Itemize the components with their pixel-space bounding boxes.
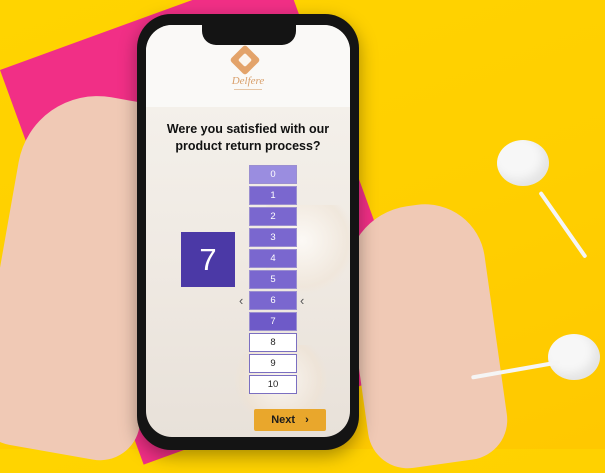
selected-score-display: 7 [181, 232, 235, 287]
scale-option-8[interactable]: 8 [249, 333, 297, 352]
scale-option-4[interactable]: 4 [249, 249, 297, 268]
phone-notch [202, 25, 296, 45]
next-button-label: Next [271, 414, 296, 426]
phone-screen: Delfere Were you satisfied with our prod… [146, 25, 350, 437]
chevron-right-icon: ‹ [300, 293, 305, 308]
scale-option-6[interactable]: 6 [249, 291, 297, 310]
scale-option-9[interactable]: 9 [249, 354, 297, 373]
brand-name: Delfere [231, 75, 265, 87]
next-button[interactable]: Next › [254, 409, 326, 431]
scale-option-5[interactable]: 5 [249, 270, 297, 289]
right-hand-image [337, 196, 513, 473]
phone-device: Delfere Were you satisfied with our prod… [137, 14, 359, 450]
rating-scale: 0 1 2 3 4 5 6 7 8 9 10 [249, 165, 299, 396]
scale-option-2[interactable]: 2 [249, 207, 297, 226]
survey-question: Were you satisfied with our product retu… [166, 122, 330, 153]
scale-option-10[interactable]: 10 [249, 375, 297, 394]
chevron-right-icon: › [305, 414, 309, 426]
earbud-top-image [497, 140, 549, 186]
brand-divider [146, 89, 350, 91]
scale-option-3[interactable]: 3 [249, 228, 297, 247]
earbud-cable-top [538, 190, 588, 259]
scale-option-0[interactable]: 0 [249, 165, 297, 184]
earbud-bottom-image [548, 334, 600, 380]
brand-logo-icon [229, 44, 261, 76]
chevron-left-icon: ‹ [239, 293, 244, 308]
scale-option-1[interactable]: 1 [249, 186, 297, 205]
scale-option-7[interactable]: 7 [249, 312, 297, 331]
